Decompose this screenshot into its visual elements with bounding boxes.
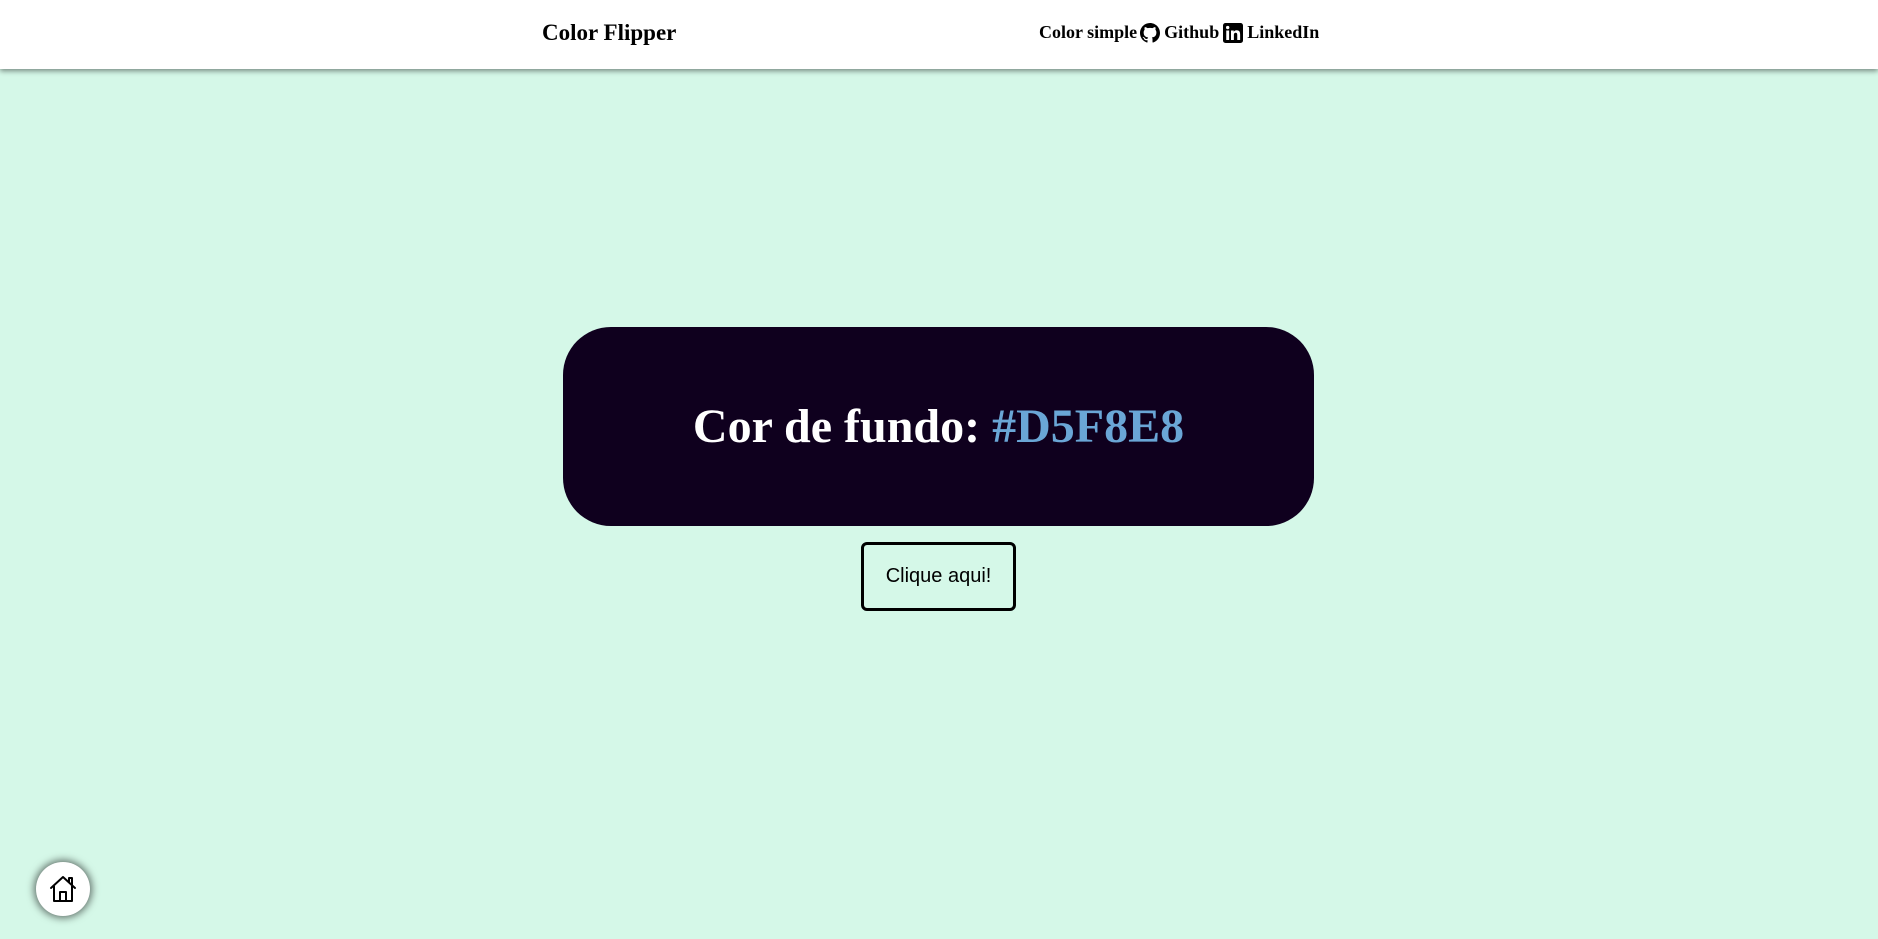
background-color-value: #D5F8E8 [992, 400, 1185, 453]
nav-link-linkedin[interactable]: LinkedIn [1223, 22, 1319, 43]
nav-link-github[interactable]: Github [1137, 22, 1219, 43]
color-display-panel: Cor de fundo: #D5F8E8 [563, 327, 1314, 526]
home-button[interactable] [36, 862, 90, 916]
linkedin-icon [1223, 22, 1244, 43]
nav-link-color-simple[interactable]: Color simple [1039, 22, 1137, 43]
nav-link-label: Color simple [1039, 22, 1138, 42]
nav-links: Color simple Github LinkedIn [1039, 22, 1319, 43]
home-icon [50, 876, 76, 902]
nav-link-label: LinkedIn [1247, 22, 1320, 42]
background-color-heading: Cor de fundo: #D5F8E8 [693, 399, 1184, 454]
navbar: Color Flipper Color simple Github Linked… [0, 0, 1878, 69]
background-color-label: Cor de fundo: [692, 400, 993, 453]
brand-title[interactable]: Color Flipper [542, 20, 676, 46]
flip-color-button[interactable]: Clique aqui! [861, 542, 1016, 611]
github-icon [1140, 22, 1161, 43]
nav-link-label: Github [1164, 22, 1220, 42]
